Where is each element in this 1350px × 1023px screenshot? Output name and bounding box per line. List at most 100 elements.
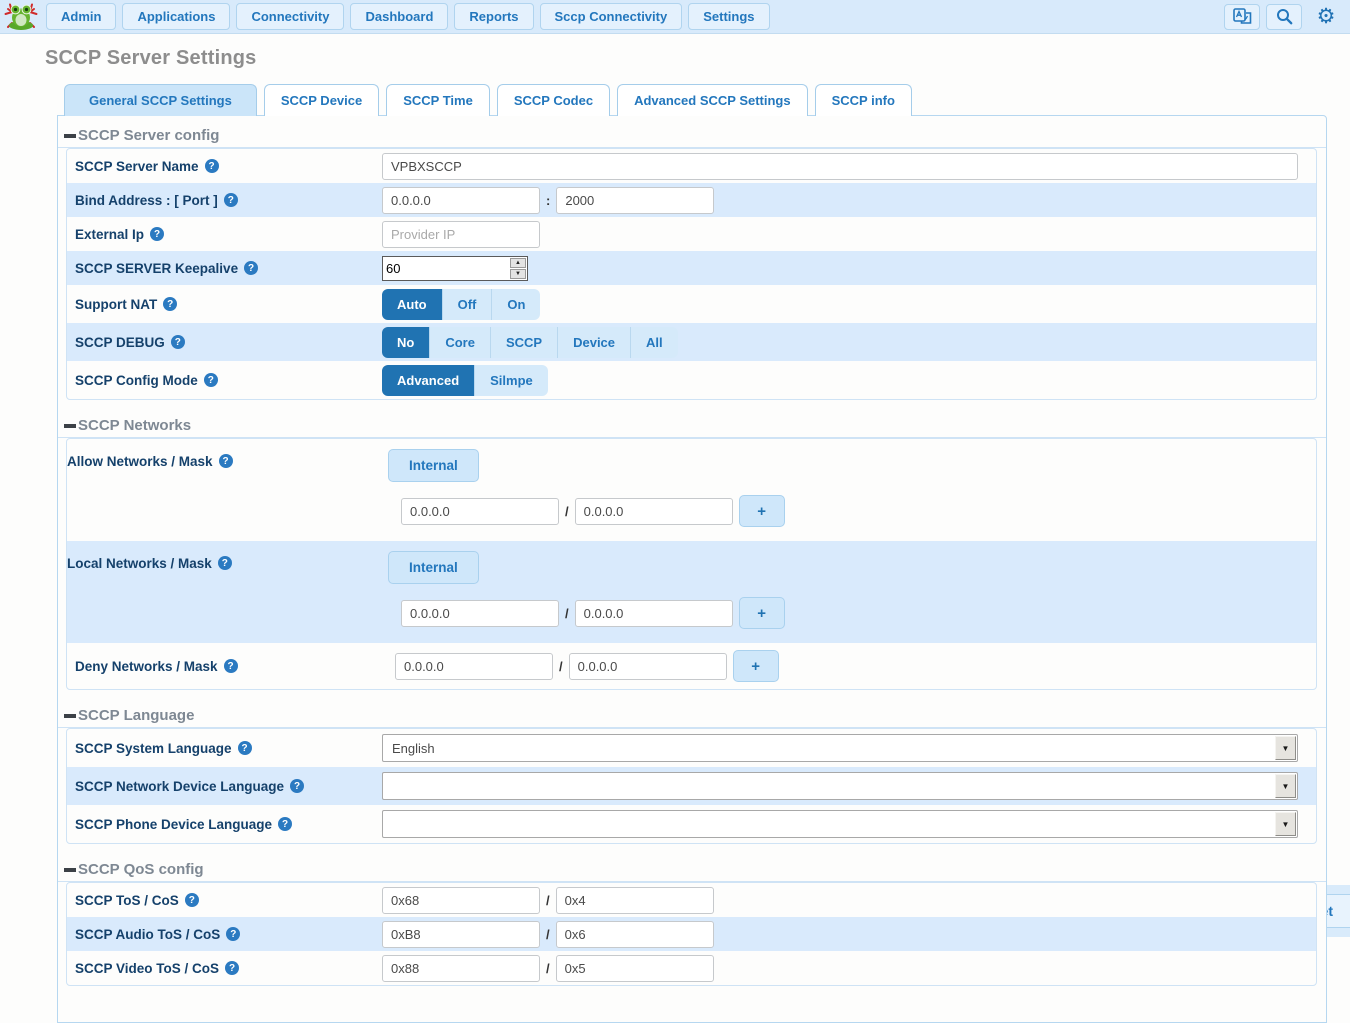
help-icon[interactable]: ? [278, 817, 292, 831]
mode-simple-button[interactable]: Silmpe [475, 365, 548, 396]
nav-item-dashboard[interactable]: Dashboard [350, 3, 448, 30]
tab-sccp-time[interactable]: SCCP Time [386, 84, 490, 116]
section-header-server-config[interactable]: SCCP Server config [58, 116, 1326, 148]
search-icon [1276, 8, 1293, 25]
slash-separator: / [559, 659, 563, 674]
search-button[interactable] [1266, 4, 1302, 30]
deny-networks-label: Deny Networks / Mask [75, 659, 218, 674]
help-icon[interactable]: ? [204, 373, 218, 387]
section-header-networks[interactable]: SCCP Networks [58, 406, 1326, 438]
tab-advanced-sccp-settings[interactable]: Advanced SCCP Settings [617, 84, 808, 116]
mode-advanced-button[interactable]: Advanced [382, 365, 475, 396]
nav-item-connectivity[interactable]: Connectivity [236, 3, 344, 30]
bind-ip-input[interactable] [382, 187, 540, 214]
audio-cos-input[interactable] [556, 921, 714, 948]
sccp-debug-label: SCCP DEBUG [75, 335, 165, 350]
local-internal-button[interactable]: Internal [388, 551, 479, 584]
chevron-down-icon: ▼ [1275, 736, 1296, 760]
debug-core-button[interactable]: Core [430, 327, 491, 358]
nav-item-reports[interactable]: Reports [454, 3, 533, 30]
tab-sccp-device[interactable]: SCCP Device [264, 84, 379, 116]
system-language-select[interactable]: English ▼ [382, 734, 1298, 762]
help-icon[interactable]: ? [205, 159, 219, 173]
nat-off-button[interactable]: Off [443, 289, 493, 320]
external-ip-input[interactable] [382, 221, 540, 248]
chevron-down-icon: ▼ [1275, 812, 1296, 836]
help-icon[interactable]: ? [226, 927, 240, 941]
nat-auto-button[interactable]: Auto [382, 289, 443, 320]
nat-on-button[interactable]: On [492, 289, 540, 320]
help-icon[interactable]: ? [290, 779, 304, 793]
tos-input[interactable] [382, 887, 540, 914]
help-icon[interactable]: ? [163, 297, 177, 311]
row-sccp-debug: SCCP DEBUG ? No Core SCCP Device All [67, 323, 1316, 361]
video-cos-input[interactable] [556, 955, 714, 982]
tab-sccp-info[interactable]: SCCP info [815, 84, 912, 116]
nav-item-applications[interactable]: Applications [122, 3, 230, 30]
nav-item-admin[interactable]: Admin [46, 3, 116, 30]
help-icon[interactable]: ? [225, 961, 239, 975]
audio-tos-input[interactable] [382, 921, 540, 948]
qos-rows: SCCP ToS / CoS ? / SCCP Audio ToS / CoS … [66, 882, 1317, 986]
debug-sccp-button[interactable]: SCCP [491, 327, 558, 358]
network-device-language-select[interactable]: ▼ [382, 772, 1298, 800]
help-icon[interactable]: ? [244, 261, 258, 275]
section-header-language[interactable]: SCCP Language [58, 696, 1326, 728]
external-ip-label: External Ip [75, 227, 144, 242]
nav-item-settings[interactable]: Settings [688, 3, 769, 30]
row-sccp-tos: SCCP ToS / CoS ? / [67, 883, 1316, 917]
deny-add-button[interactable]: + [733, 650, 779, 682]
deny-mask-input[interactable] [569, 653, 727, 680]
spinner-down-icon[interactable]: ▼ [510, 269, 526, 279]
row-local-networks: Local Networks / Mask ? Internal / + [67, 541, 1316, 643]
gear-button[interactable]: ⚙ [1308, 4, 1344, 30]
allow-network-input[interactable] [401, 498, 559, 525]
collapse-minus-icon [64, 134, 76, 138]
help-icon[interactable]: ? [238, 741, 252, 755]
debug-device-button[interactable]: Device [558, 327, 631, 358]
sccp-debug-group: No Core SCCP Device All [382, 327, 678, 358]
row-video-tos: SCCP Video ToS / CoS ? / [67, 951, 1316, 985]
tab-general-sccp-settings[interactable]: General SCCP Settings [64, 84, 257, 116]
bind-separator: : [546, 193, 550, 208]
phone-device-language-label: SCCP Phone Device Language [75, 817, 272, 832]
keepalive-input[interactable] [383, 257, 507, 280]
help-icon[interactable]: ? [224, 193, 238, 207]
nav-item-sccp-connectivity[interactable]: Sccp Connectivity [540, 3, 683, 30]
deny-network-input[interactable] [395, 653, 553, 680]
tab-sccp-codec[interactable]: SCCP Codec [497, 84, 610, 116]
video-tos-input[interactable] [382, 955, 540, 982]
row-support-nat: Support NAT ? Auto Off On [67, 285, 1316, 323]
help-icon[interactable]: ? [219, 454, 233, 468]
bind-address-label: Bind Address : [ Port ] [75, 193, 218, 208]
help-icon[interactable]: ? [224, 659, 238, 673]
help-icon[interactable]: ? [171, 335, 185, 349]
debug-all-button[interactable]: All [631, 327, 678, 358]
video-tos-label: SCCP Video ToS / CoS [75, 961, 219, 976]
section-title: SCCP Server config [78, 127, 219, 144]
allow-add-button[interactable]: + [739, 495, 785, 527]
local-mask-input[interactable] [575, 600, 733, 627]
spinner-up-icon[interactable]: ▲ [510, 258, 526, 268]
gear-icon: ⚙ [1317, 6, 1336, 27]
cos-input[interactable] [556, 887, 714, 914]
server-name-input[interactable] [382, 153, 1298, 180]
section-title: SCCP QoS config [78, 861, 204, 878]
language-button[interactable] [1224, 4, 1260, 30]
section-header-qos[interactable]: SCCP QoS config [58, 850, 1326, 882]
help-icon[interactable]: ? [185, 893, 199, 907]
bind-port-input[interactable] [556, 187, 714, 214]
help-icon[interactable]: ? [218, 556, 232, 570]
allow-mask-input[interactable] [575, 498, 733, 525]
server-name-label: SCCP Server Name [75, 159, 199, 174]
local-add-button[interactable]: + [739, 597, 785, 629]
allow-internal-button[interactable]: Internal [388, 449, 479, 482]
phone-device-language-select[interactable]: ▼ [382, 810, 1298, 838]
slash-separator: / [546, 961, 550, 976]
slash-separator: / [546, 893, 550, 908]
local-network-input[interactable] [401, 600, 559, 627]
slash-separator: / [565, 606, 569, 621]
frog-logo[interactable] [2, 2, 40, 32]
help-icon[interactable]: ? [150, 227, 164, 241]
debug-no-button[interactable]: No [382, 327, 430, 358]
